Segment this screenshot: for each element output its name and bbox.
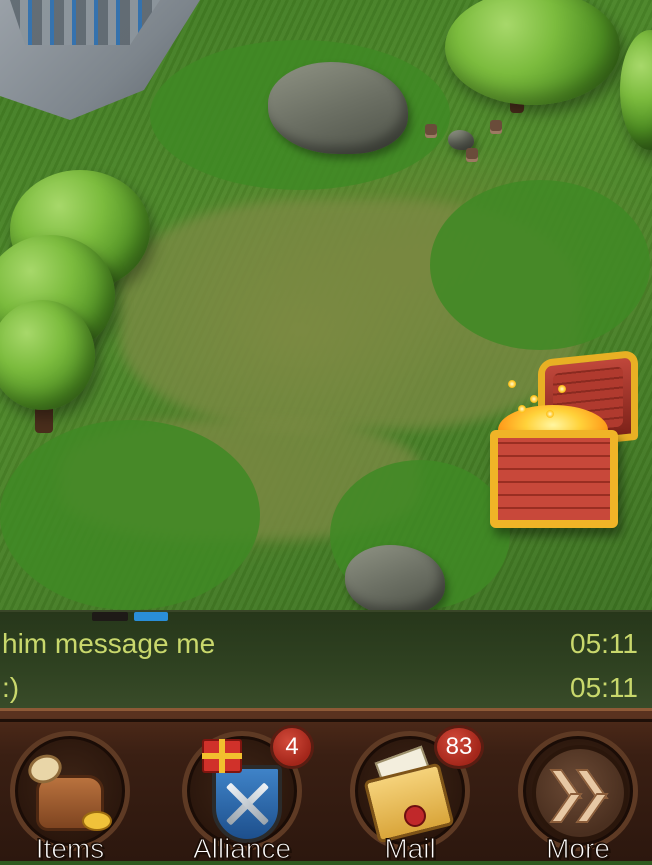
- sparkle: [518, 405, 526, 413]
- coins-shape: [82, 811, 112, 831]
- tree[interactable]: [620, 30, 652, 150]
- chevron-right-icon: [580, 771, 610, 819]
- gift-icon: [202, 739, 242, 773]
- more-label: More: [546, 833, 611, 865]
- sparkle: [530, 395, 538, 403]
- alliance-badge: 4: [270, 725, 314, 769]
- bottom-nav-bar: Items 4 Alliance 83 Mail More: [0, 708, 652, 865]
- alliance-label: Alliance: [192, 833, 292, 865]
- chat-tab-indicator[interactable]: [92, 612, 128, 621]
- chat-message-text: him message me: [2, 628, 216, 659]
- alliance-button[interactable]: 4 Alliance: [172, 725, 314, 865]
- mail-button[interactable]: 83 Mail: [340, 725, 484, 865]
- chat-message[interactable]: :) 05:11: [0, 668, 652, 708]
- chat-tab-indicator-active[interactable]: [134, 612, 168, 621]
- crossed-swords-icon: [224, 781, 270, 827]
- tree[interactable]: [445, 0, 620, 105]
- tree-stump: [425, 124, 437, 138]
- grass-patch: [430, 180, 650, 350]
- tree[interactable]: [0, 300, 95, 410]
- wax-seal-icon: [404, 805, 426, 827]
- more-button[interactable]: More: [508, 731, 648, 865]
- sparkle: [508, 380, 516, 388]
- grass-patch: [0, 420, 260, 610]
- envelope-shape: [363, 762, 455, 844]
- chat-message-time: 05:11: [570, 628, 638, 659]
- double-chevron-icon: [532, 745, 628, 841]
- items-label: Items: [35, 833, 105, 865]
- game-map[interactable]: [0, 0, 652, 610]
- chest-body: [490, 430, 618, 528]
- chat-message-text: :): [2, 672, 20, 703]
- tree-stump: [490, 120, 502, 134]
- mail-label: Mail: [384, 833, 436, 865]
- chat-panel[interactable]: him message me 05:11 :) 05:11: [0, 610, 652, 712]
- chat-message-time: 05:11: [570, 672, 638, 703]
- small-rock: [448, 130, 474, 150]
- sparkle: [558, 385, 566, 393]
- tree-stump: [466, 148, 478, 162]
- sparkle: [546, 410, 554, 418]
- items-bag-icon: [24, 750, 112, 833]
- mail-badge: 83: [434, 725, 484, 769]
- treasure-chest[interactable]: [488, 349, 648, 535]
- items-button[interactable]: Items: [0, 731, 140, 865]
- chat-message[interactable]: him message me 05:11: [0, 624, 652, 664]
